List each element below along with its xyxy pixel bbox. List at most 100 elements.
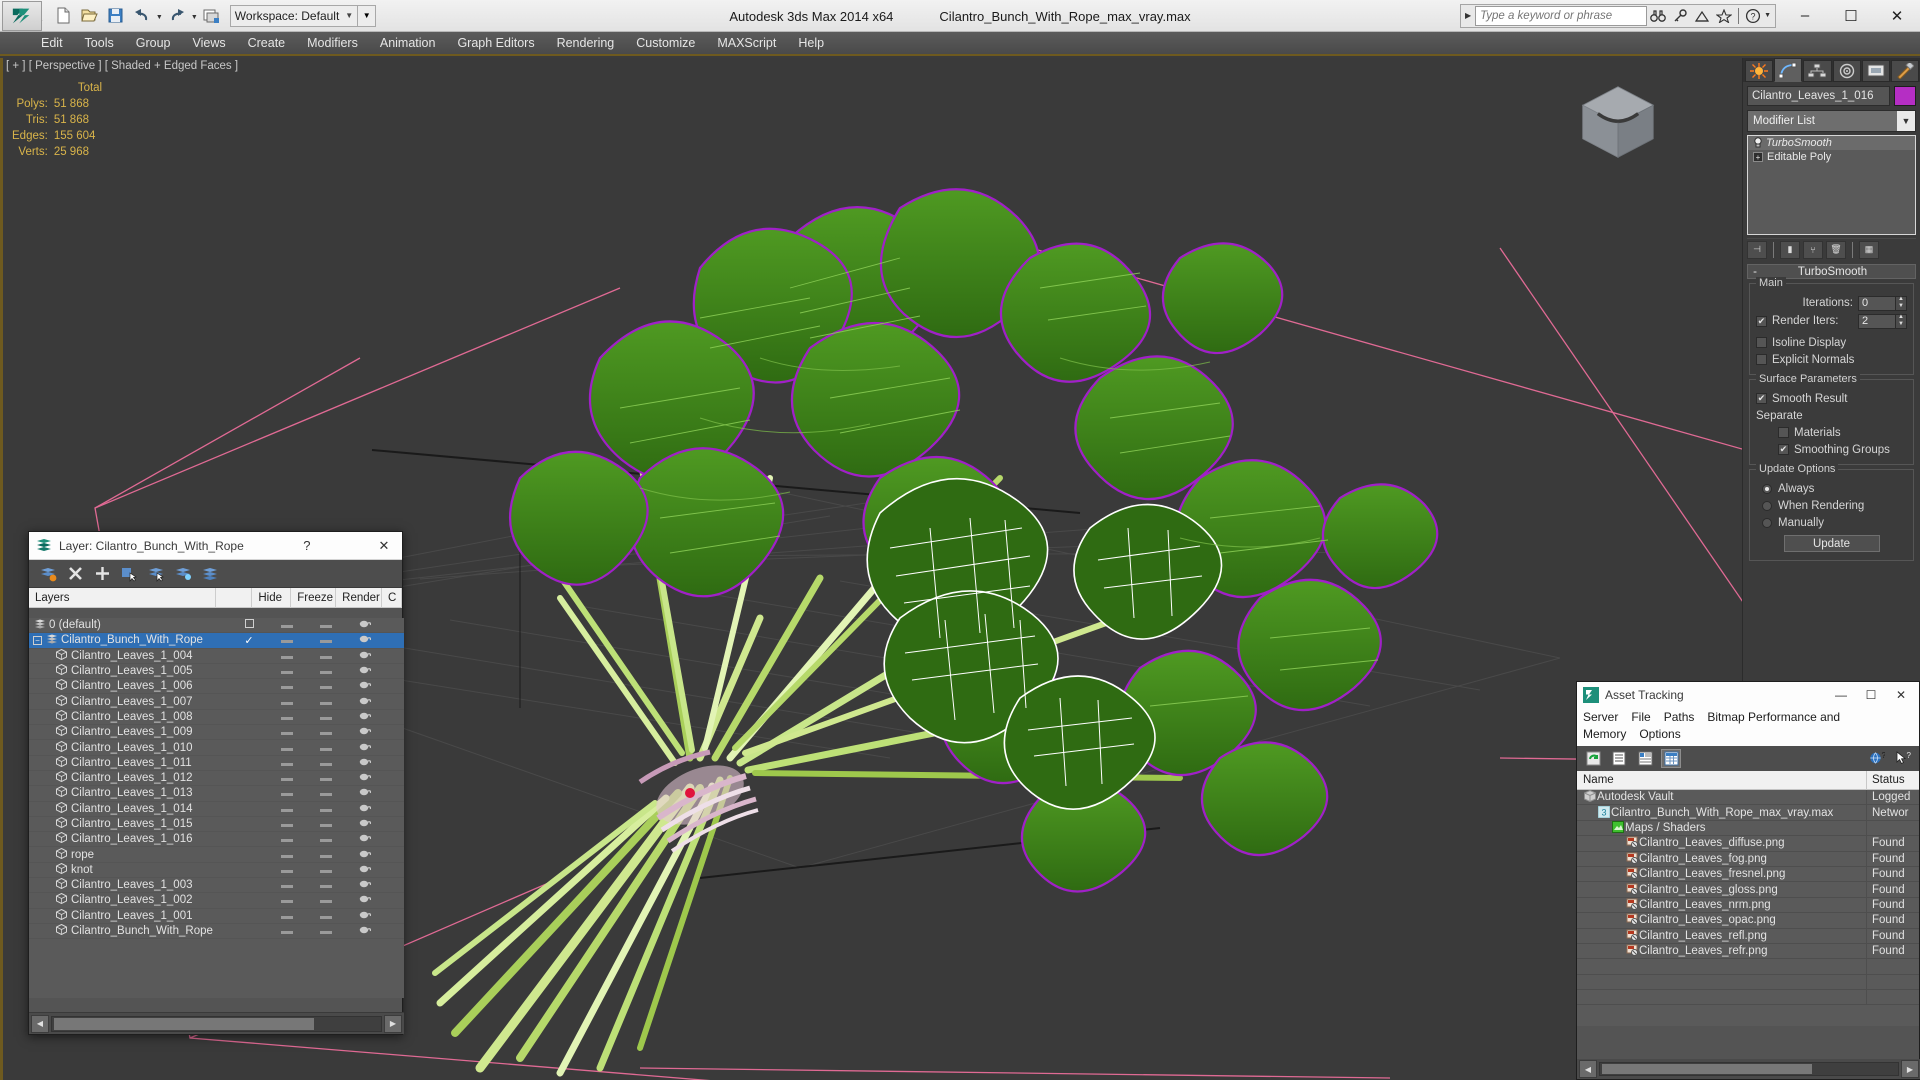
layer-freeze-cell[interactable] <box>306 680 345 692</box>
asset-list[interactable]: Autodesk Vault Logged 3 Cilantro_Bunch_With… <box>1577 790 1919 1026</box>
column-hide[interactable]: Hide <box>252 587 292 608</box>
update-option-when-rendering[interactable]: When Rendering <box>1756 497 1907 514</box>
layer-freeze-cell[interactable] <box>306 879 345 891</box>
star-icon[interactable] <box>1713 5 1735 27</box>
asset-row[interactable]: Cilantro_Leaves_refr.png Found <box>1577 943 1919 960</box>
layer-render-cell[interactable] <box>345 894 384 906</box>
redo-icon[interactable] <box>165 4 189 28</box>
smooth-result-checkbox[interactable]: ✔ <box>1756 393 1767 404</box>
lightbulb-icon[interactable] <box>1750 136 1766 150</box>
menu-item-rendering[interactable]: Rendering <box>546 33 626 53</box>
layer-hide-cell[interactable] <box>267 726 306 738</box>
layer-freeze-cell[interactable] <box>306 634 345 646</box>
menu-item-create[interactable]: Create <box>237 33 297 53</box>
search-expand-icon[interactable]: ▶ <box>1461 11 1475 20</box>
layer-hide-cell[interactable] <box>267 696 306 708</box>
help-cursor-icon[interactable]: ? <box>1893 749 1913 768</box>
create-tab[interactable] <box>1745 60 1774 82</box>
menu-item-animation[interactable]: Animation <box>369 33 447 53</box>
scroll-right-arrow-icon[interactable]: ▶ <box>384 1014 402 1033</box>
help-icon[interactable]: ? <box>1742 5 1764 27</box>
asset-row[interactable]: Autodesk Vault Logged <box>1577 790 1919 806</box>
asset-row[interactable]: Cilantro_Leaves_gloss.png Found <box>1577 881 1919 898</box>
globe-help-icon[interactable]: ? <box>1867 749 1887 768</box>
layer-row[interactable]: Cilantro_Leaves_1_015 <box>29 817 404 833</box>
display-tab[interactable] <box>1861 60 1890 82</box>
scrollbar-track[interactable] <box>1599 1062 1899 1076</box>
isoline-display-row[interactable]: Isoline Display <box>1756 334 1907 351</box>
expand-plus-icon[interactable]: + <box>1753 152 1763 162</box>
layer-render-cell[interactable] <box>345 803 384 815</box>
spinner-arrows-icon[interactable]: ▲ ▼ <box>1896 313 1907 329</box>
layer-hide-cell[interactable] <box>267 864 306 876</box>
layer-row[interactable]: Cilantro_Leaves_1_008 <box>29 709 404 726</box>
layer-row[interactable]: Cilantro_Leaves_1_003 <box>29 878 404 894</box>
layer-close-button[interactable]: ✕ <box>370 533 398 559</box>
scrollbar-thumb[interactable] <box>54 1017 314 1030</box>
object-color-swatch[interactable] <box>1894 86 1916 106</box>
layer-render-cell[interactable] <box>345 818 384 830</box>
layer-hide-cell[interactable] <box>267 634 306 646</box>
layer-hide-cell[interactable] <box>267 849 306 861</box>
layer-row[interactable]: Cilantro_Leaves_1_010 <box>29 740 404 756</box>
viewport-label[interactable]: [ + ] [ Perspective ] [ Shaded + Edged F… <box>6 60 238 72</box>
layer-row[interactable]: Cilantro_Bunch_With_Rope <box>29 924 404 940</box>
modifier-list-dropdown[interactable]: Modifier List ▼ <box>1747 110 1916 132</box>
layer-freeze-cell[interactable] <box>306 803 345 815</box>
spinner-arrows-icon[interactable]: ▲ ▼ <box>1896 295 1907 311</box>
list-view-icon[interactable] <box>1609 749 1629 768</box>
update-option-manually[interactable]: Manually <box>1756 514 1907 531</box>
layer-render-cell[interactable] <box>345 772 384 784</box>
layer-row[interactable]: Cilantro_Leaves_1_005 <box>29 664 404 680</box>
layer-freeze-cell[interactable] <box>306 818 345 830</box>
layer-hide-cell[interactable] <box>267 879 306 891</box>
add-layer-icon[interactable] <box>91 563 113 585</box>
layer-list[interactable]: 0 (default) − Cilantro_Bunch_With_Rope ✓ Cil… <box>29 618 404 998</box>
asset-row[interactable]: Cilantro_Leaves_refl.png Found <box>1577 928 1919 944</box>
modifier-stack-item-editable-poly[interactable]: + Editable Poly <box>1748 150 1915 164</box>
layer-row[interactable]: 0 (default) <box>29 618 404 634</box>
help-chevron-icon[interactable]: ▼ <box>1764 12 1771 19</box>
layer-hide-cell[interactable] <box>267 894 306 906</box>
asset-close-button[interactable]: ✕ <box>1886 683 1916 707</box>
add-selection-to-layer-icon[interactable] <box>172 563 194 585</box>
asset-menu-file[interactable]: File <box>1631 710 1650 724</box>
layer-freeze-cell[interactable] <box>306 742 345 754</box>
smooth-result-row[interactable]: ✔ Smooth Result <box>1756 390 1907 407</box>
show-end-result-icon[interactable]: ▮ <box>1780 240 1800 259</box>
layer-hide-cell[interactable] <box>267 787 306 799</box>
set-current-layer-icon[interactable] <box>199 563 221 585</box>
redo-dropdown-icon[interactable]: ▼ <box>191 14 198 28</box>
open-file-icon[interactable] <box>78 4 102 28</box>
layer-render-cell[interactable] <box>345 696 384 708</box>
layer-hide-cell[interactable] <box>267 711 306 723</box>
object-name-field[interactable]: Cilantro_Leaves_1_016 <box>1747 86 1890 106</box>
render-iters-checkbox[interactable]: ✔ <box>1756 315 1767 327</box>
column-name[interactable]: Name <box>1577 770 1867 790</box>
hierarchy-tab[interactable] <box>1803 60 1832 82</box>
layer-hide-cell[interactable] <box>267 818 306 830</box>
render-iters-value[interactable]: 2 <box>1858 313 1896 329</box>
layer-freeze-cell[interactable] <box>306 925 345 937</box>
layer-hide-cell[interactable] <box>267 742 306 754</box>
column-render[interactable]: Render <box>336 587 383 608</box>
scroll-right-arrow-icon[interactable]: ▶ <box>1901 1060 1919 1078</box>
layer-render-cell[interactable] <box>345 680 384 692</box>
menu-item-views[interactable]: Views <box>181 33 236 53</box>
layer-freeze-cell[interactable] <box>306 757 345 769</box>
asset-row[interactable]: 3 Cilantro_Bunch_With_Rope_max_vray.max Ne… <box>1577 804 1919 821</box>
layer-help-button[interactable]: ? <box>293 533 321 559</box>
pin-stack-icon[interactable]: ⊣ <box>1747 240 1767 259</box>
new-file-icon[interactable] <box>52 4 76 28</box>
layer-hide-cell[interactable] <box>267 910 306 922</box>
smoothing-groups-checkbox[interactable]: ✔ <box>1778 444 1789 455</box>
layer-freeze-cell[interactable] <box>306 696 345 708</box>
close-button[interactable]: ✕ <box>1874 0 1920 31</box>
layer-hide-cell[interactable] <box>267 803 306 815</box>
layer-hide-cell[interactable] <box>267 833 306 845</box>
iterations-value[interactable]: 0 <box>1858 295 1896 311</box>
grid-view-icon[interactable] <box>1661 749 1681 768</box>
menu-item-maxscript[interactable]: MAXScript <box>706 33 787 53</box>
scrollbar-thumb[interactable] <box>1602 1064 1812 1074</box>
menu-item-tools[interactable]: Tools <box>74 33 125 53</box>
